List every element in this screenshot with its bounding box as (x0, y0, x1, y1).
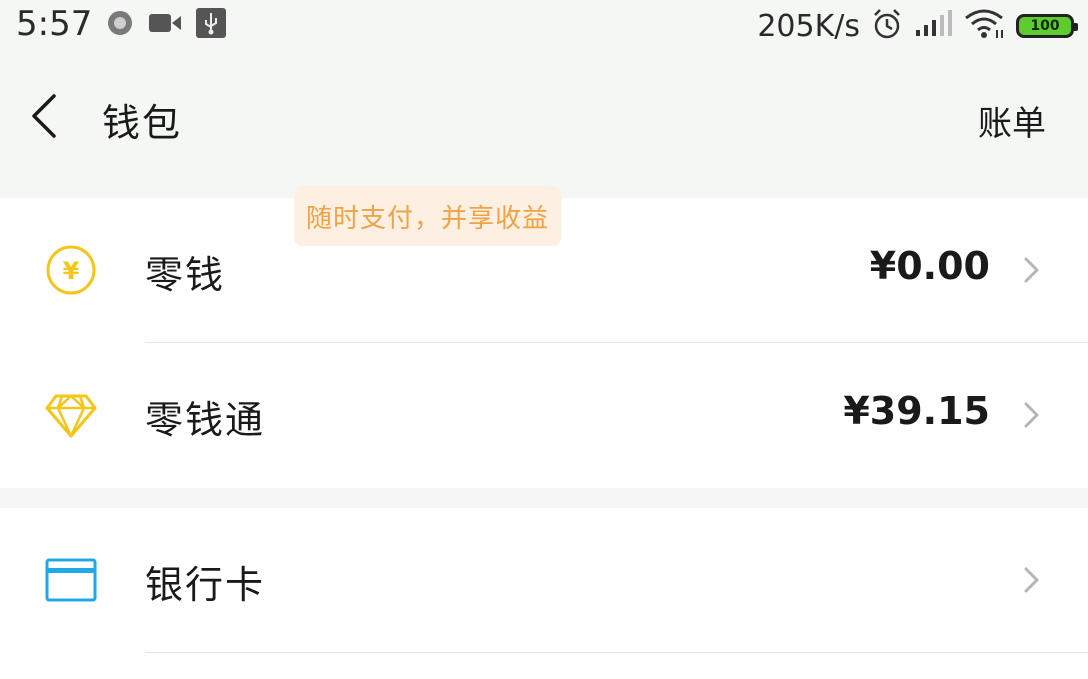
chevron-right-icon (1022, 566, 1042, 594)
chevron-right-icon (1022, 401, 1042, 429)
page-title: 钱包 (102, 101, 183, 145)
yuan-coin-icon: ¥ (44, 243, 98, 297)
top-navigation-bar: 钱包 账单 (0, 52, 1088, 198)
status-icons-left (106, 8, 226, 42)
promo-badge: 随时支付，并享收益 (294, 186, 562, 246)
list-item-bank-card[interactable]: 银行卡 (0, 508, 1088, 652)
usb-icon (196, 8, 226, 42)
video-camera-icon (148, 11, 182, 39)
status-time: 5:57 (16, 4, 93, 44)
record-dot-icon (106, 9, 134, 41)
back-arrow-icon (32, 94, 56, 138)
wifi-icon (964, 8, 1006, 44)
svg-text:¥: ¥ (63, 257, 80, 285)
battery-level: 100 (1030, 18, 1060, 34)
signal-icon (914, 10, 954, 42)
item-label: 零钱 (145, 253, 226, 297)
alarm-clock-icon (870, 7, 904, 45)
chevron-right-icon (1022, 256, 1042, 284)
item-amount: ¥0.00 (869, 244, 990, 288)
diamond-icon (44, 388, 98, 442)
bank-card-icon (44, 553, 98, 607)
back-button[interactable] (28, 90, 72, 142)
network-speed: 205K/s (757, 8, 860, 44)
item-amount: ¥39.15 (843, 389, 990, 433)
bill-button[interactable]: 账单 (978, 96, 1046, 145)
bank-card-section: 银行卡 (0, 508, 1088, 679)
status-bar: 5:57 205K/s 100 (0, 0, 1088, 52)
divider (145, 652, 1088, 653)
status-icons-right: 205K/s 100 (757, 4, 1078, 48)
list-item-money-fund[interactable]: 零钱通 ¥39.15 (0, 343, 1088, 487)
battery-icon: 100 (1016, 14, 1078, 38)
item-label: 银行卡 (145, 563, 266, 607)
item-label: 零钱通 (145, 398, 266, 442)
